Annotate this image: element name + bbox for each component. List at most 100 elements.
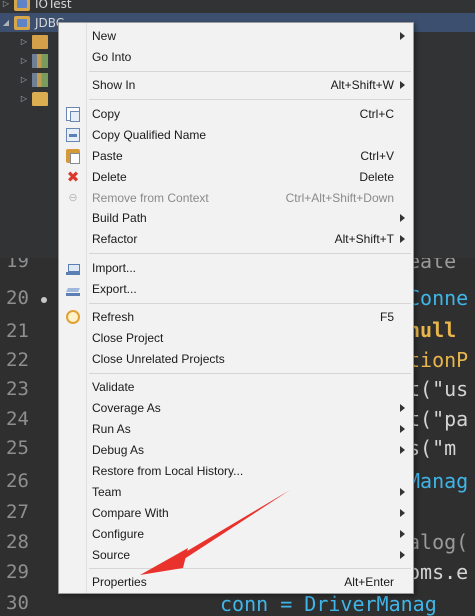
menu-item-shortcut: Ctrl+V	[360, 149, 394, 163]
code-fragment: t("pa	[408, 407, 469, 431]
code-fragment: Manag	[408, 469, 469, 493]
menu-item-label: Compare With	[92, 506, 169, 520]
menu-item-configure[interactable]: Configure	[60, 524, 413, 545]
menu-item-label: Show In	[92, 78, 136, 92]
menu-item-label: Debug As	[92, 443, 145, 457]
submenu-arrow-icon	[400, 530, 405, 538]
copy-qualified-name-icon	[66, 128, 80, 142]
menu-item-run-as[interactable]: Run As	[60, 419, 413, 440]
line-number: 30	[6, 592, 29, 614]
menu-item-properties[interactable]: Properties Alt+Enter	[60, 572, 413, 593]
java-project-icon	[14, 0, 30, 11]
menu-item-label: Restore from Local History...	[92, 464, 244, 478]
expand-arrow-icon[interactable]: ▷	[0, 0, 12, 8]
menu-item-label: Delete	[92, 170, 127, 184]
menu-item-new[interactable]: New	[60, 26, 413, 47]
line-number: 20	[6, 287, 29, 309]
menu-item-show-in[interactable]: Show In Alt+Shift+W	[60, 75, 413, 96]
menu-item-build-path[interactable]: Build Path	[60, 208, 413, 229]
menu-item-label: Paste	[92, 149, 123, 163]
submenu-arrow-icon	[400, 509, 405, 517]
expand-arrow-icon[interactable]: ▷	[18, 75, 30, 84]
menu-item-shortcut: Alt+Enter	[344, 575, 394, 589]
menu-item-remove-from-context[interactable]: ⊖ Remove from Context Ctrl+Alt+Shift+Dow…	[60, 188, 413, 209]
menu-item-go-into[interactable]: Go Into	[60, 47, 413, 68]
menu-item-label: Run As	[92, 422, 131, 436]
menu-separator	[89, 568, 411, 569]
menu-item-export[interactable]: Export...	[60, 279, 413, 300]
line-number: 24	[6, 408, 29, 430]
collapse-arrow-icon[interactable]: ◢	[0, 18, 12, 27]
tree-item-jre[interactable]: ▷	[18, 51, 53, 70]
menu-item-label: Export...	[92, 282, 137, 296]
line-number: 19	[6, 258, 29, 272]
paste-icon	[66, 149, 80, 164]
line-number: 28	[6, 531, 29, 553]
menu-item-close-unrelated-projects[interactable]: Close Unrelated Projects	[60, 349, 413, 370]
menu-item-restore-local-history[interactable]: Restore from Local History...	[60, 461, 413, 482]
menu-item-shortcut: Alt+Shift+T	[334, 232, 394, 246]
menu-item-label: New	[92, 29, 117, 43]
menu-item-label: Validate	[92, 380, 135, 394]
expand-arrow-icon[interactable]: ▷	[18, 56, 30, 65]
library-icon	[32, 72, 48, 87]
menu-item-shortcut: F5	[379, 310, 394, 324]
submenu-arrow-icon	[400, 488, 405, 496]
tree-item-folder[interactable]: ▷	[18, 89, 53, 108]
menu-separator	[89, 303, 411, 304]
tree-item-lib[interactable]: ▷	[18, 70, 53, 89]
expand-arrow-icon[interactable]: ▷	[18, 94, 30, 103]
submenu-arrow-icon	[400, 81, 405, 89]
line-number: 25	[6, 437, 29, 459]
import-icon	[66, 261, 80, 275]
refresh-icon	[66, 310, 80, 324]
tree-item-iotest[interactable]: ▷ IOTest	[0, 0, 72, 13]
menu-item-label: Close Project	[92, 331, 164, 345]
menu-item-coverage-as[interactable]: Coverage As	[60, 398, 413, 419]
line-number: 21	[6, 320, 29, 342]
code-fragment: t("us	[408, 377, 469, 401]
copy-icon	[66, 107, 80, 122]
menu-item-refactor[interactable]: Refactor Alt+Shift+T	[60, 229, 413, 250]
menu-item-refresh[interactable]: Refresh F5	[60, 307, 413, 328]
library-icon	[32, 53, 48, 68]
menu-item-close-project[interactable]: Close Project	[60, 328, 413, 349]
menu-item-shortcut: Ctrl+C	[359, 107, 394, 121]
menu-item-delete[interactable]: ✖ Delete Delete	[60, 167, 413, 188]
code-line-30: conn = DriverManag	[220, 592, 437, 616]
menu-item-label: Import...	[92, 261, 137, 275]
menu-separator	[89, 71, 411, 72]
menu-item-import[interactable]: Import...	[60, 258, 413, 279]
menu-item-shortcut: Delete	[359, 170, 394, 184]
menu-item-label: Remove from Context	[92, 191, 209, 205]
source-folder-icon	[32, 34, 48, 49]
export-icon	[66, 282, 80, 296]
menu-item-validate[interactable]: Validate	[60, 377, 413, 398]
code-fragment: oms.e	[408, 560, 469, 584]
menu-item-source[interactable]: Source	[60, 545, 413, 566]
code-fragment: tionP	[408, 348, 469, 372]
menu-item-shortcut: Ctrl+Alt+Shift+Down	[285, 191, 394, 205]
menu-item-paste[interactable]: Paste Ctrl+V	[60, 146, 413, 167]
menu-item-label: Close Unrelated Projects	[92, 352, 225, 366]
code-fragment: s("m	[408, 436, 457, 460]
menu-item-compare-with[interactable]: Compare With	[60, 503, 413, 524]
menu-item-copy[interactable]: Copy Ctrl+C	[60, 104, 413, 125]
menu-separator	[89, 253, 411, 254]
menu-item-label: Copy Qualified Name	[92, 128, 207, 142]
code-fragment: alog(	[408, 530, 469, 554]
fold-marker-icon[interactable]	[41, 297, 47, 303]
menu-item-team[interactable]: Team	[60, 482, 413, 503]
delete-icon: ✖	[66, 168, 80, 186]
submenu-arrow-icon	[400, 425, 405, 433]
menu-item-label: Coverage As	[92, 401, 161, 415]
tree-item-src[interactable]: ▷	[18, 32, 53, 51]
folder-icon	[32, 91, 48, 106]
menu-item-debug-as[interactable]: Debug As	[60, 440, 413, 461]
expand-arrow-icon[interactable]: ▷	[18, 37, 30, 46]
java-project-icon	[14, 15, 30, 30]
menu-item-label: Team	[92, 485, 122, 499]
menu-item-copy-qualified-name[interactable]: Copy Qualified Name	[60, 125, 413, 146]
menu-item-label: Go Into	[92, 50, 132, 64]
menu-item-label: Source	[92, 548, 131, 562]
